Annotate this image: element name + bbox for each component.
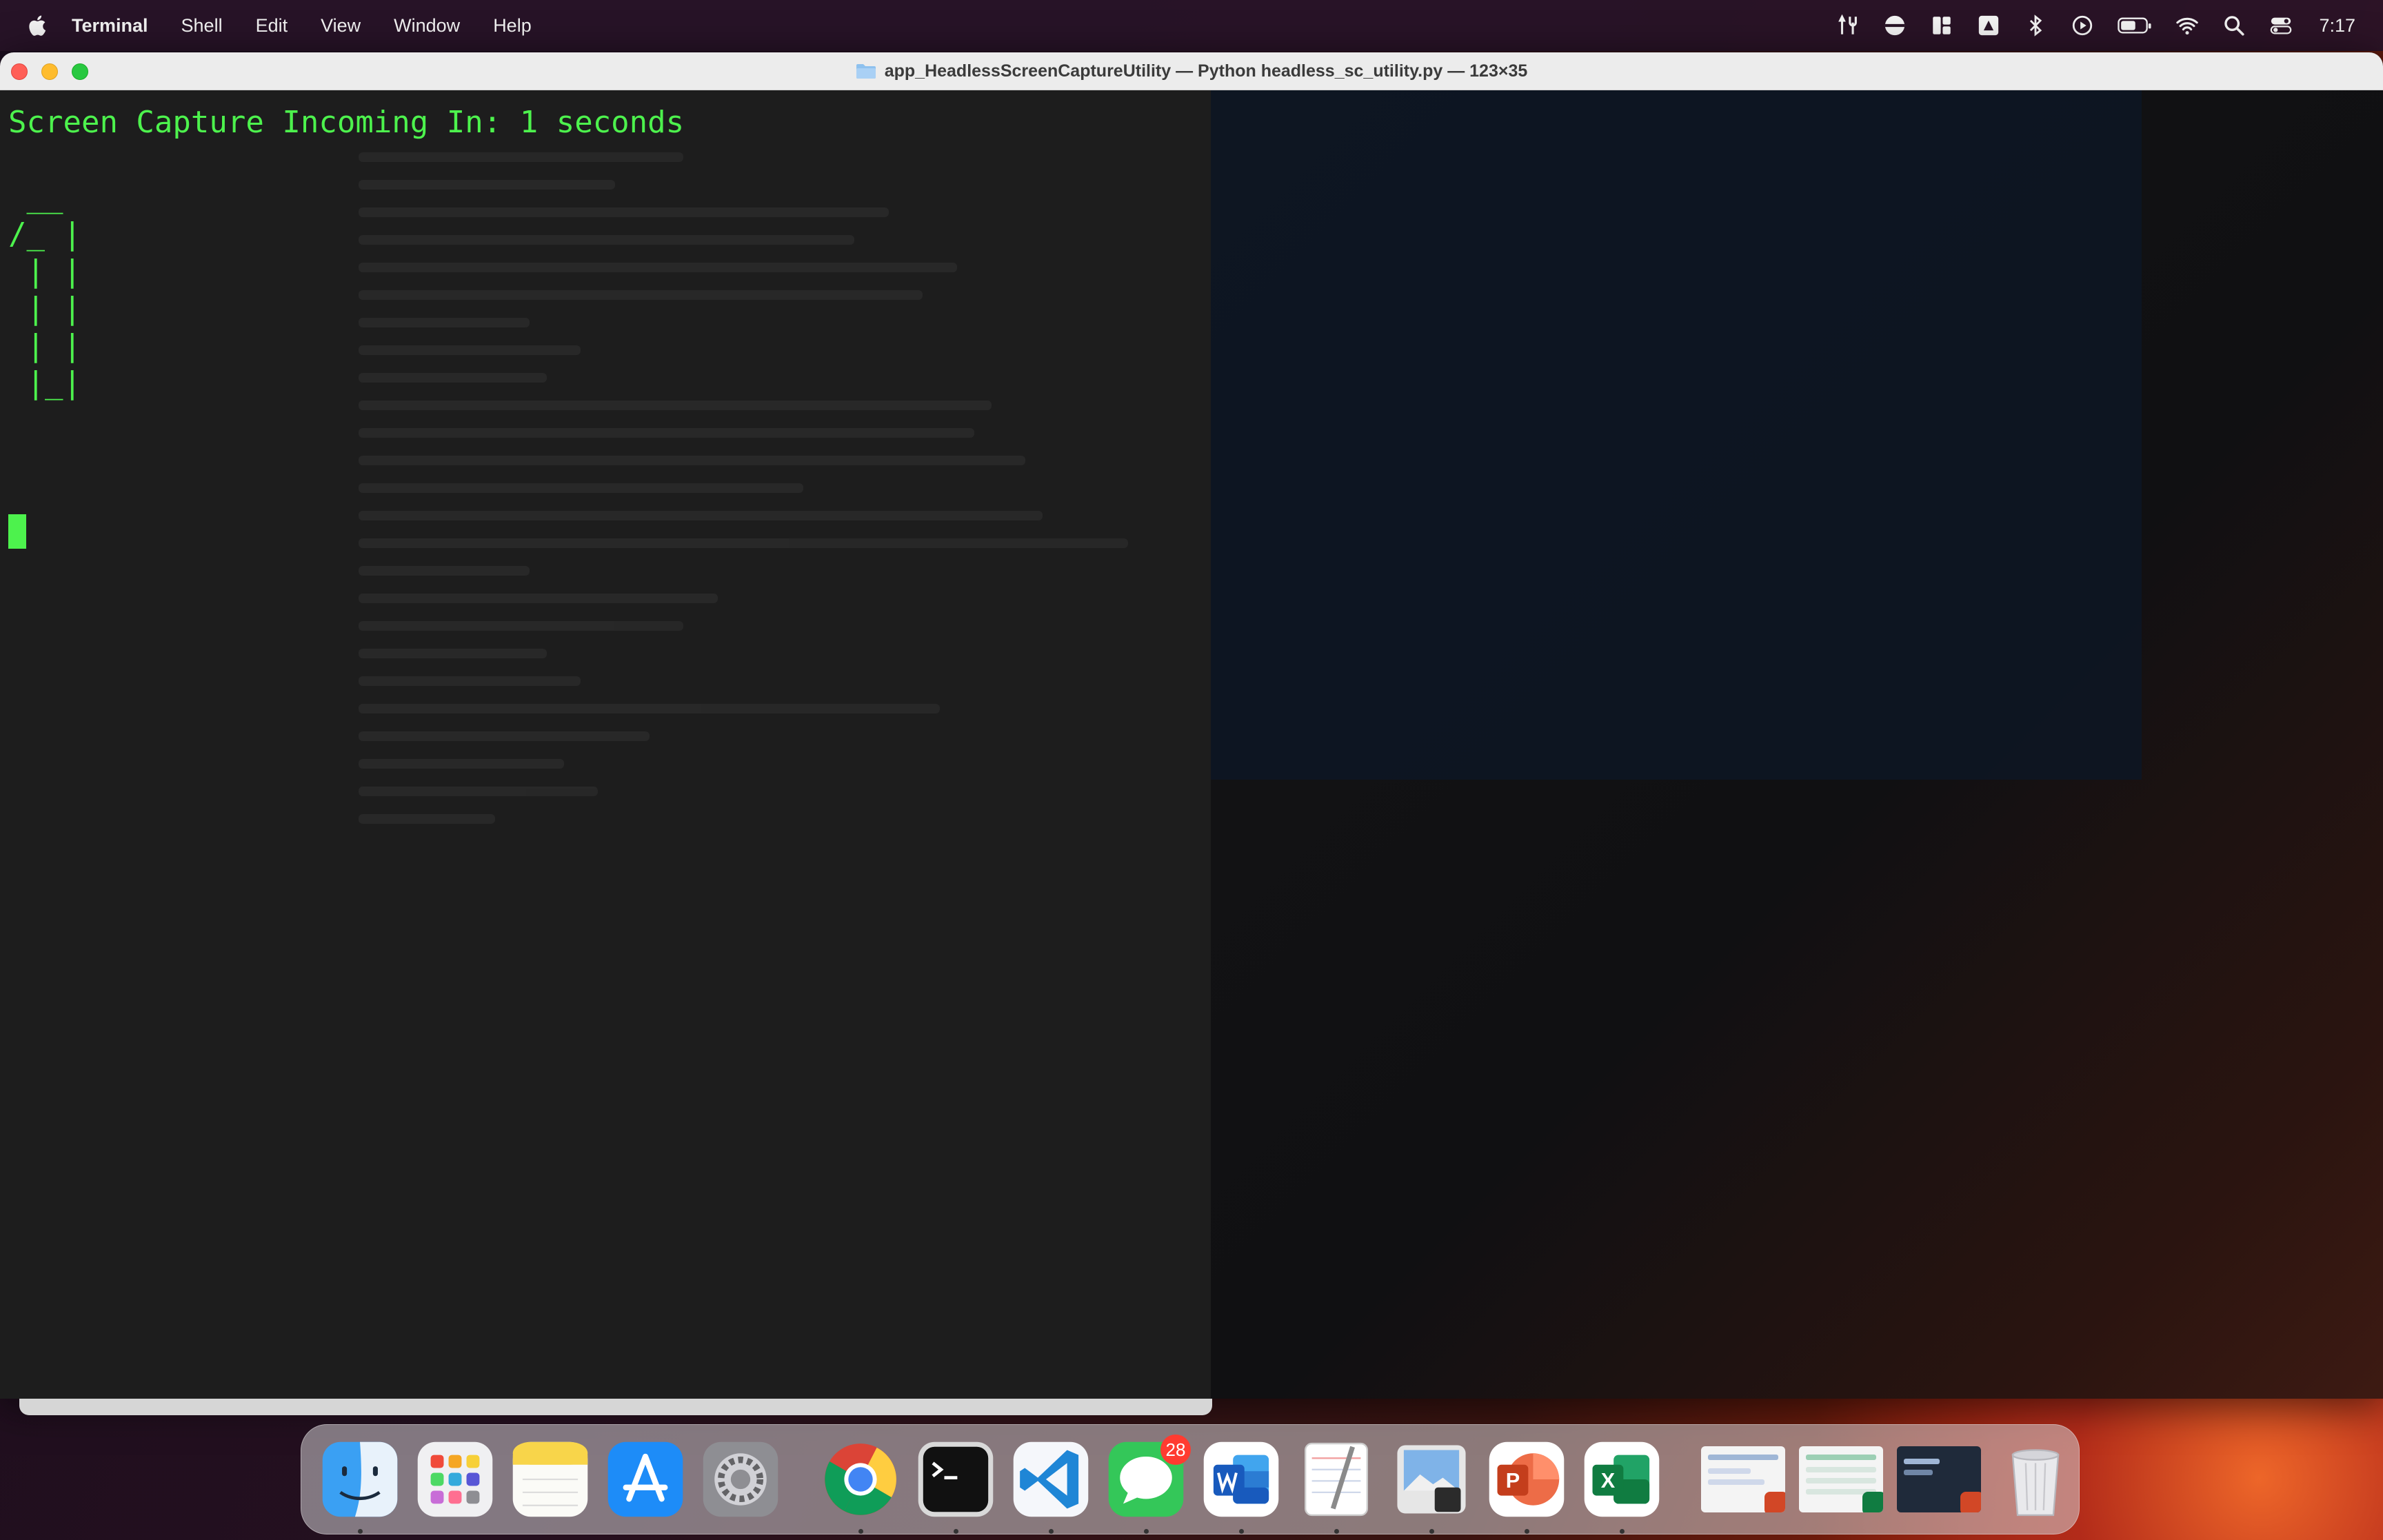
menu-bar: Terminal Shell Edit View Window Help 7:1… xyxy=(0,0,2383,51)
running-indicator xyxy=(1429,1529,1434,1534)
spotlight-search-icon[interactable] xyxy=(2222,14,2246,37)
running-indicator xyxy=(1525,1529,1529,1534)
messages-badge: 28 xyxy=(1160,1435,1191,1465)
dock-messages[interactable]: 28 xyxy=(1105,1435,1191,1534)
menu-shell[interactable]: Shell xyxy=(181,15,223,37)
powerpoint-presentation-thumbnail xyxy=(1897,1446,1981,1512)
dock-app-store[interactable] xyxy=(605,1439,686,1520)
countdown-line: Screen Capture Incoming In: 1 seconds xyxy=(8,105,685,140)
dock-vscode[interactable] xyxy=(1010,1439,1092,1534)
launchpad-icon xyxy=(417,1441,493,1517)
app-store-icon xyxy=(607,1441,683,1517)
menu-view[interactable]: View xyxy=(321,15,361,37)
menu-clock[interactable]: 7:17 xyxy=(2319,15,2355,37)
terminal-icon xyxy=(918,1441,994,1517)
window-layout-icon[interactable] xyxy=(1930,14,1953,37)
tools-icon[interactable] xyxy=(1836,14,1860,37)
word-icon xyxy=(1203,1441,1279,1517)
folder-icon xyxy=(856,64,876,79)
dock-chrome[interactable] xyxy=(820,1439,901,1534)
svg-text:X: X xyxy=(1601,1469,1616,1492)
running-indicator xyxy=(1239,1529,1244,1534)
control-center-icon[interactable] xyxy=(2269,14,2293,37)
apple-menu-icon[interactable] xyxy=(26,14,47,37)
dock-finder[interactable] xyxy=(319,1439,401,1534)
menu-app-name[interactable]: Terminal xyxy=(72,15,148,37)
running-indicator xyxy=(358,1529,363,1534)
dock-minimized-window[interactable] xyxy=(1799,1439,1883,1520)
vscode-icon xyxy=(1013,1441,1089,1517)
textedit-icon xyxy=(1304,1442,1369,1517)
terminal-output: Screen Capture Incoming In: 1 seconds __… xyxy=(8,104,684,402)
ascii-digit-line: | | xyxy=(8,254,81,289)
dock-minimized-window[interactable] xyxy=(1701,1439,1785,1520)
svg-text:P: P xyxy=(1506,1469,1520,1492)
excel-document-thumbnail xyxy=(1799,1446,1883,1512)
dock-preview[interactable] xyxy=(1391,1439,1472,1534)
dock-textedit[interactable] xyxy=(1296,1439,1377,1534)
running-indicator xyxy=(1144,1529,1149,1534)
menu-window[interactable]: Window xyxy=(394,15,460,37)
trash-icon xyxy=(2011,1449,2060,1517)
wifi-icon[interactable] xyxy=(2175,14,2199,37)
bluetooth-icon[interactable] xyxy=(2024,14,2047,37)
running-indicator xyxy=(1049,1529,1054,1534)
running-indicator xyxy=(1620,1529,1625,1534)
finder-icon xyxy=(322,1441,398,1517)
terminal-content[interactable]: Screen Capture Incoming In: 1 seconds __… xyxy=(0,90,2383,1399)
dock: 28 P X xyxy=(301,1424,2080,1534)
menu-help[interactable]: Help xyxy=(493,15,532,37)
dock-word[interactable] xyxy=(1200,1439,1282,1534)
drive-icon[interactable] xyxy=(1977,14,2000,37)
dock-launchpad[interactable] xyxy=(414,1439,496,1520)
dock-powerpoint[interactable]: P xyxy=(1486,1439,1567,1534)
dock-notes[interactable] xyxy=(510,1439,591,1520)
ascii-digit-line: | | xyxy=(8,328,81,363)
preview-icon xyxy=(1397,1445,1466,1514)
powerpoint-icon: P xyxy=(1489,1441,1565,1517)
dock-terminal[interactable] xyxy=(915,1439,996,1534)
chrome-icon xyxy=(825,1443,896,1515)
background-window-edge xyxy=(19,1399,1212,1415)
window-titlebar[interactable]: app_HeadlessScreenCaptureUtility — Pytho… xyxy=(0,52,2383,90)
vpn-icon[interactable] xyxy=(1883,14,1907,37)
ascii-digit-line: | | xyxy=(8,291,81,326)
now-playing-icon[interactable] xyxy=(2071,14,2094,37)
terminal-window: app_HeadlessScreenCaptureUtility — Pytho… xyxy=(0,52,2383,1399)
ascii-digit-line: __ xyxy=(8,179,63,214)
window-title-area: app_HeadlessScreenCaptureUtility — Pytho… xyxy=(0,52,2383,90)
running-indicator xyxy=(1334,1529,1339,1534)
status-area: 7:17 xyxy=(1813,0,2355,51)
powerpoint-document-thumbnail xyxy=(1701,1446,1785,1512)
terminal-cursor xyxy=(8,514,26,549)
dock-minimized-window[interactable] xyxy=(1897,1439,1981,1520)
menu-edit[interactable]: Edit xyxy=(256,15,288,37)
excel-icon: X xyxy=(1584,1441,1660,1517)
dock-excel[interactable]: X xyxy=(1581,1439,1662,1534)
ascii-digit-line: /_ | xyxy=(8,216,81,252)
dock-trash[interactable] xyxy=(1995,1439,2076,1520)
gear-icon xyxy=(703,1441,778,1517)
window-title: app_HeadlessScreenCaptureUtility — Pytho… xyxy=(884,61,1528,81)
running-indicator xyxy=(858,1529,863,1534)
notes-icon xyxy=(512,1441,588,1517)
ascii-digit-line: |_| xyxy=(8,365,81,401)
battery-icon[interactable] xyxy=(2118,14,2152,37)
background-panel xyxy=(1211,90,2142,780)
running-indicator xyxy=(954,1529,958,1534)
dock-system-settings[interactable] xyxy=(700,1439,781,1520)
